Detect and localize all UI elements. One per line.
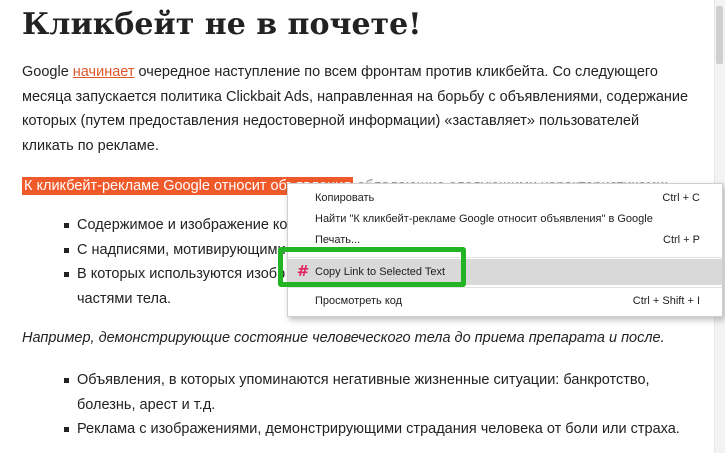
menu-item-inspect[interactable]: Просмотреть код Ctrl + Shift + I xyxy=(288,290,722,312)
menu-item-copy[interactable]: Копировать Ctrl + C xyxy=(288,187,722,209)
list-item-line2: частями тела. xyxy=(77,290,172,307)
scrollbar-thumb[interactable] xyxy=(716,6,723,64)
menu-item-label: Копировать xyxy=(315,192,375,204)
menu-item-shortcut: Ctrl + Shift + I xyxy=(632,295,700,307)
menu-item-search-google[interactable]: Найти "К кликбейт-рекламе Google относит… xyxy=(288,208,722,230)
context-menu: Копировать Ctrl + C Найти "К кликбейт-ре… xyxy=(287,183,723,317)
menu-item-shortcut: Ctrl + C xyxy=(662,192,700,204)
situations-list: Объявления, в которых упоминаются негати… xyxy=(22,368,697,442)
intro-paragraph: Google начинает очередное наступление по… xyxy=(22,60,692,158)
menu-item-copy-link[interactable]: # Copy Link to Selected Text xyxy=(288,259,722,285)
menu-item-label: Просмотреть код xyxy=(315,295,403,307)
menu-item-label: Copy Link to Selected Text xyxy=(315,266,446,278)
article-title: Кликбейт не в почете! xyxy=(22,7,422,42)
menu-item-shortcut: Ctrl + P xyxy=(663,234,700,246)
intro-link[interactable]: начинает xyxy=(73,64,135,80)
hash-icon: # xyxy=(296,262,310,280)
menu-item-label: Печать... xyxy=(315,234,361,246)
list-item: Реклама с изображениями, демонстрирующим… xyxy=(22,417,697,442)
list-item: Объявления, в которых упоминаются негати… xyxy=(22,368,697,417)
menu-item-print[interactable]: Печать... Ctrl + P xyxy=(288,229,722,251)
intro-text-start: Google xyxy=(22,64,73,80)
menu-separator xyxy=(288,287,722,288)
list-item-line1: В которых используются изобр xyxy=(77,266,286,282)
menu-separator xyxy=(288,257,722,258)
menu-item-label: Найти "К кликбейт-рекламе Google относит… xyxy=(315,213,653,225)
example-note: Например, демонстрирующие состояние чело… xyxy=(22,330,665,346)
